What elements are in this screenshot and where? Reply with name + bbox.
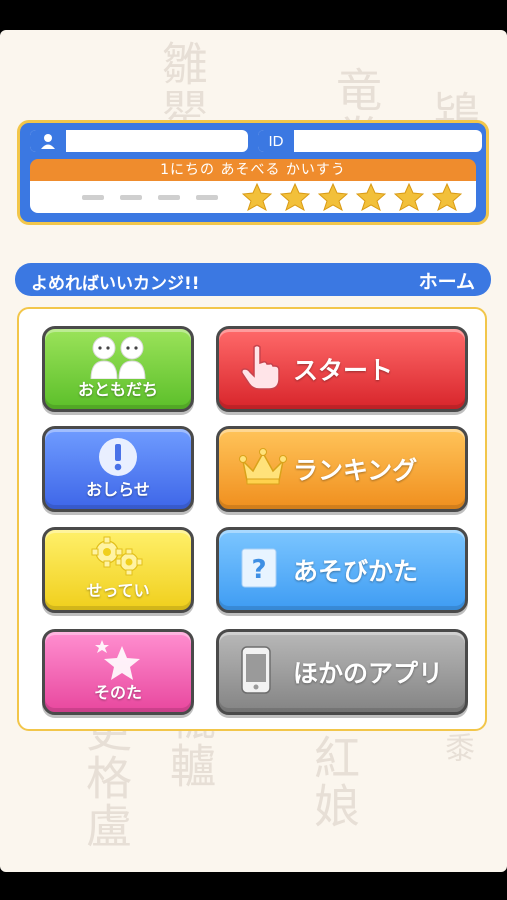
play-star-icon xyxy=(356,183,386,211)
other-label: そのた xyxy=(93,683,142,702)
main-menu: おともだち おしらせ せってい そのた スタート ランキング ? あそびかた ほ… xyxy=(17,307,487,731)
notice-button[interactable]: おしらせ xyxy=(42,426,194,512)
ranking-button[interactable]: ランキング xyxy=(216,426,468,512)
user-icon xyxy=(30,130,66,152)
otherapps-button[interactable]: ほかのアプリ xyxy=(216,629,468,715)
player-id-field[interactable]: ID xyxy=(258,130,482,152)
play-star-icon xyxy=(318,183,348,211)
title-bar: よめればいいカンジ!! ホーム xyxy=(15,263,491,296)
question-icon: ? xyxy=(239,547,279,593)
start-button[interactable]: スタート xyxy=(216,326,468,412)
otherapps-label: ほかのアプリ xyxy=(293,659,444,688)
app-title: よめればいいカンジ!! xyxy=(31,274,200,294)
start-label: スタート xyxy=(293,356,394,385)
empty-play-slot xyxy=(158,194,180,200)
empty-play-slot xyxy=(82,194,104,200)
howto-label: あそびかた xyxy=(293,557,419,586)
id-tag: ID xyxy=(258,130,294,152)
smartphone-icon xyxy=(239,646,273,698)
crown-icon xyxy=(239,447,287,491)
daily-plays-stars xyxy=(30,181,476,213)
settings-label: せってい xyxy=(86,581,150,600)
svg-text:?: ? xyxy=(251,555,266,585)
empty-play-slot xyxy=(196,194,218,200)
notice-label: おしらせ xyxy=(86,480,150,499)
app-screen: 雛罌 竜巻 鴇 更格盧 轆轤 紅娘 蜀黍 ID 1にちの あそべる かいすう よ… xyxy=(0,30,507,872)
play-star-icon xyxy=(242,183,272,211)
empty-play-slot xyxy=(120,194,142,200)
hand-pointer-icon xyxy=(239,343,283,395)
home-label: ホーム xyxy=(418,271,475,293)
friends-button[interactable]: おともだち xyxy=(42,326,194,412)
player-panel: ID 1にちの あそべる かいすう xyxy=(17,120,489,225)
howto-button[interactable]: ? あそびかた xyxy=(216,527,468,613)
friends-label: おともだち xyxy=(77,380,158,399)
ranking-label: ランキング xyxy=(293,456,418,485)
settings-button[interactable]: せってい xyxy=(42,527,194,613)
player-name-field[interactable] xyxy=(30,130,248,152)
other-button[interactable]: そのた xyxy=(42,629,194,715)
bg-kanji: 紅娘 xyxy=(307,734,361,830)
play-star-icon xyxy=(432,183,462,211)
daily-plays-label: 1にちの あそべる かいすう xyxy=(30,159,476,181)
play-star-icon xyxy=(394,183,424,211)
play-star-icon xyxy=(280,183,310,211)
